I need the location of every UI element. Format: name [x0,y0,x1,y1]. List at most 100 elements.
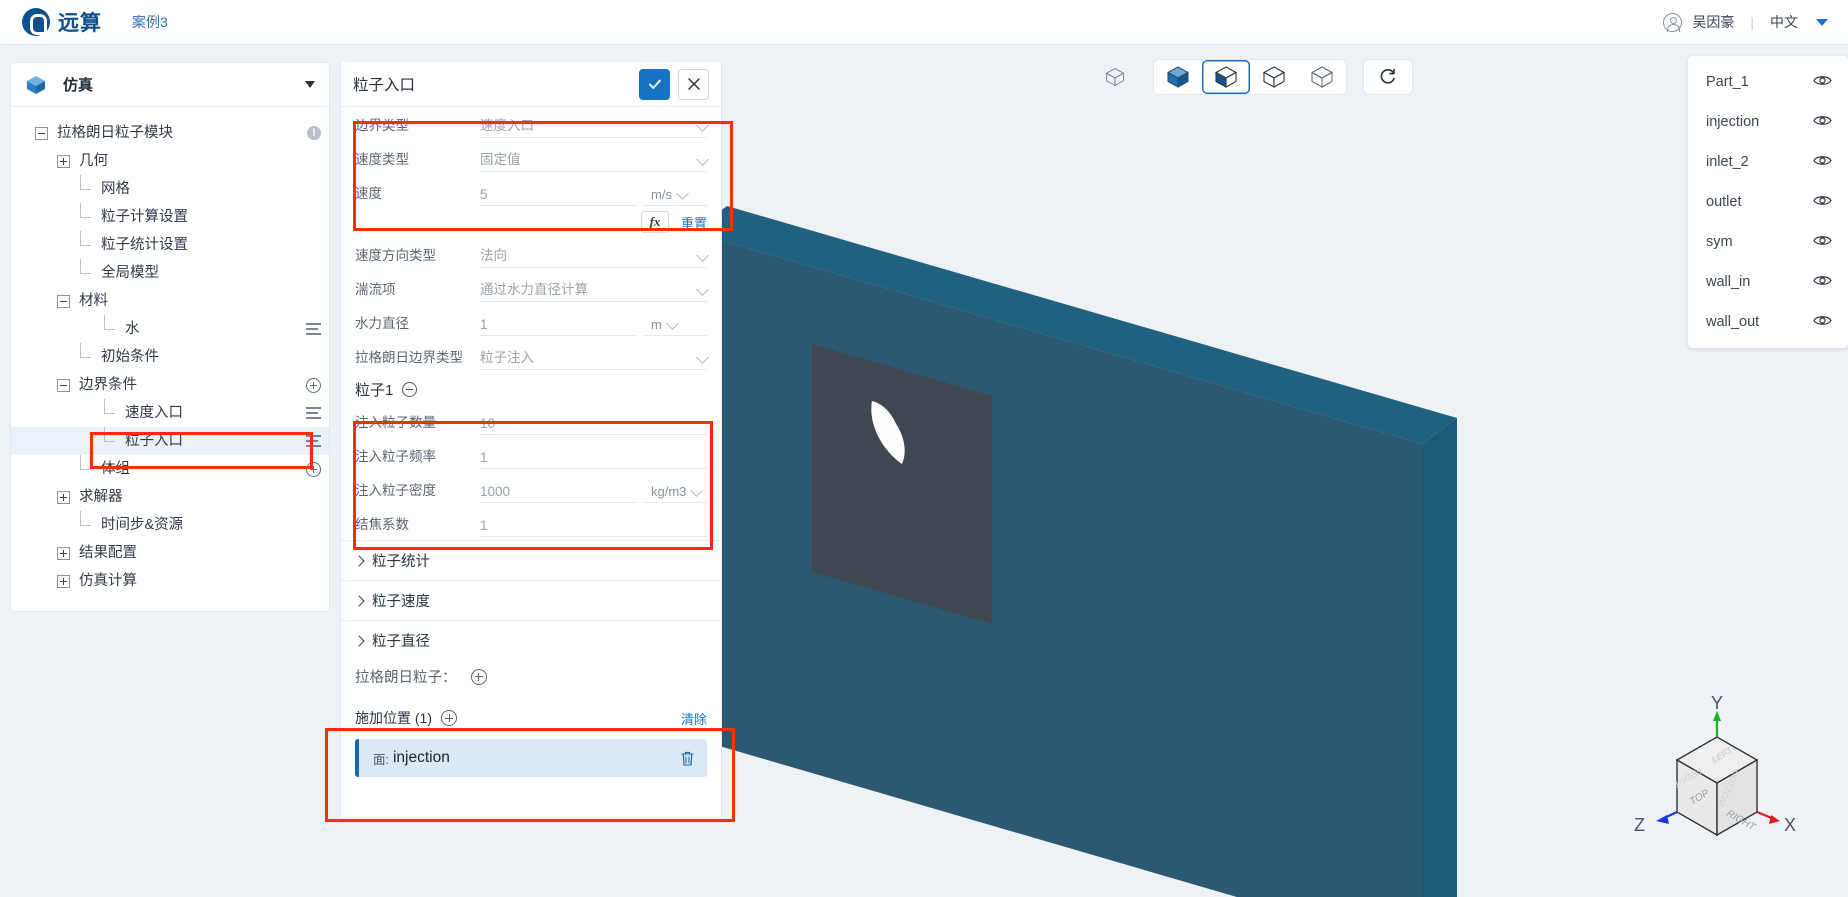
chevron-down-icon[interactable] [690,483,704,497]
close-button[interactable] [678,68,709,100]
tree-item-12[interactable]: 体组 [11,454,329,483]
circle-plus-icon[interactable] [470,668,487,685]
3d-viewport[interactable]: Part_1 injection inlet_2outlet sym wall_in wa… [722,46,1848,897]
brand[interactable]: 远算 [22,7,102,37]
tree-item-3[interactable]: 粒子计算设置 [11,202,329,231]
tree-header[interactable]: 仿真 [11,63,329,107]
tree-item-16[interactable]: 仿真计算 [11,567,329,595]
field-input[interactable]: 1 [480,309,637,336]
circle-minus-icon[interactable] [402,382,418,397]
chevron-down-icon[interactable] [696,282,709,296]
collapse-minus-icon[interactable] [57,294,70,308]
unit-select[interactable]: m [643,309,707,336]
tree-item-9[interactable]: 边界条件 [11,371,329,399]
trash-icon[interactable] [680,750,695,767]
tree-item-14[interactable]: 时间步&资源 [11,510,329,539]
language-label[interactable]: 中文 [1770,12,1798,32]
field-label: 速度类型 [355,152,409,167]
field-input[interactable]: 1 [480,510,707,537]
axis-gizmo[interactable]: TOP RIGHT LEFT FRONT BOTTOM Y X Z [1622,693,1812,875]
part-list-item[interactable]: Part_1 [1688,62,1848,102]
clear-link[interactable]: 清除 [681,709,707,728]
expand-plus-icon[interactable] [57,154,70,168]
solid-edges-cube-icon[interactable] [1202,60,1250,94]
tree-item-1[interactable]: 几何 [11,147,329,175]
circle-plus-icon[interactable] [441,710,457,726]
chevron-down-icon[interactable] [696,350,709,364]
collapsible-section[interactable]: 粒子速度 [341,580,721,620]
collapsible-section[interactable]: 粒子统计 [341,540,721,580]
tree-item-11[interactable]: 粒子入口 [11,426,329,455]
apply-location-item[interactable]: 面: injection [355,739,707,777]
field-value: 法向 [480,247,507,263]
caret-down-icon[interactable] [305,81,315,88]
collapsible-section[interactable]: 粒子直径 [341,620,721,660]
unit-select[interactable]: m/s [643,179,707,206]
wireframe-cube-icon[interactable] [1094,60,1136,94]
add-circle-icon[interactable] [306,461,321,477]
expand-plus-icon[interactable] [57,574,70,588]
part-list-item[interactable]: wall_in [1688,262,1848,302]
chevron-down-icon[interactable] [696,118,709,132]
collapse-minus-icon[interactable] [35,126,48,140]
unit-select[interactable]: kg/m3 [643,476,707,503]
chevron-down-icon[interactable] [665,316,679,330]
field-input[interactable]: 1000 [480,476,637,503]
field-select[interactable]: 速度入口 [480,111,709,138]
list-menu-icon[interactable] [306,435,321,447]
part-list-item[interactable]: wall_out [1688,302,1848,342]
tree-item-10[interactable]: 速度入口 [11,398,329,427]
caret-down-icon[interactable] [1816,18,1828,26]
field-select[interactable]: 固定值 [480,145,709,172]
part-list-item[interactable]: injection [1688,102,1848,142]
field-input[interactable]: 5 [480,179,637,206]
confirm-button[interactable] [639,68,670,100]
eye-icon[interactable] [1813,154,1832,171]
list-menu-icon[interactable] [306,407,321,419]
case-name[interactable]: 案例3 [132,12,168,32]
outline-cube-icon[interactable] [1250,60,1298,94]
field-select[interactable]: 法向 [480,241,709,268]
tree-item-8[interactable]: 初始条件 [11,342,329,371]
part-list-item[interactable]: sym [1688,222,1848,262]
reset-view-icon[interactable] [1364,60,1412,94]
transparent-cube-icon[interactable] [1298,60,1346,94]
part-list-item[interactable]: outlet [1688,182,1848,222]
eye-icon [1813,315,1832,325]
tree-item-4[interactable]: 粒子统计设置 [11,230,329,259]
part-label: inlet_2 [1706,154,1749,170]
expand-plus-icon[interactable] [57,546,70,560]
list-menu-icon[interactable] [306,323,321,335]
eye-icon[interactable] [1813,194,1832,211]
field-select[interactable]: 通过水力直径计算 [480,275,709,302]
particle-section-header[interactable]: 粒子1 [341,373,721,404]
collapse-minus-icon[interactable] [57,378,70,392]
eye-icon[interactable] [1813,74,1832,91]
chevron-down-icon[interactable] [696,152,709,166]
tree-item-13[interactable]: 求解器 [11,483,329,511]
chevron-down-icon[interactable] [696,248,709,262]
formula-button[interactable]: fx [640,211,669,233]
field-select[interactable]: 粒子注入 [480,343,709,370]
part-list-item[interactable]: inlet_2 [1688,142,1848,182]
tree-item-7[interactable]: 水 [11,314,329,343]
tree-item-5[interactable]: 全局模型 [11,258,329,287]
field-input[interactable]: 1 [480,442,707,469]
solid-cube-icon[interactable] [1154,60,1202,94]
field-label: 注入粒子密度 [355,483,436,498]
eye-icon[interactable] [1813,314,1832,331]
eye-icon[interactable] [1813,114,1832,131]
reset-link[interactable]: 重置 [681,213,707,232]
tree-item-15[interactable]: 结果配置 [11,539,329,567]
tree-item-6[interactable]: 材料 [11,287,329,315]
add-circle-icon[interactable] [306,377,321,393]
eye-icon[interactable] [1813,234,1832,251]
tree-item-2[interactable]: 网格 [11,174,329,203]
expand-plus-icon[interactable] [57,490,70,504]
field-row: 结焦系数 1 [341,506,721,540]
field-input[interactable]: 10 [480,408,707,435]
info-icon[interactable]: ! [307,126,321,140]
eye-icon[interactable] [1813,274,1832,291]
tree-item-0[interactable]: 拉格朗日粒子模块! [11,119,329,147]
chevron-down-icon[interactable] [676,186,689,200]
